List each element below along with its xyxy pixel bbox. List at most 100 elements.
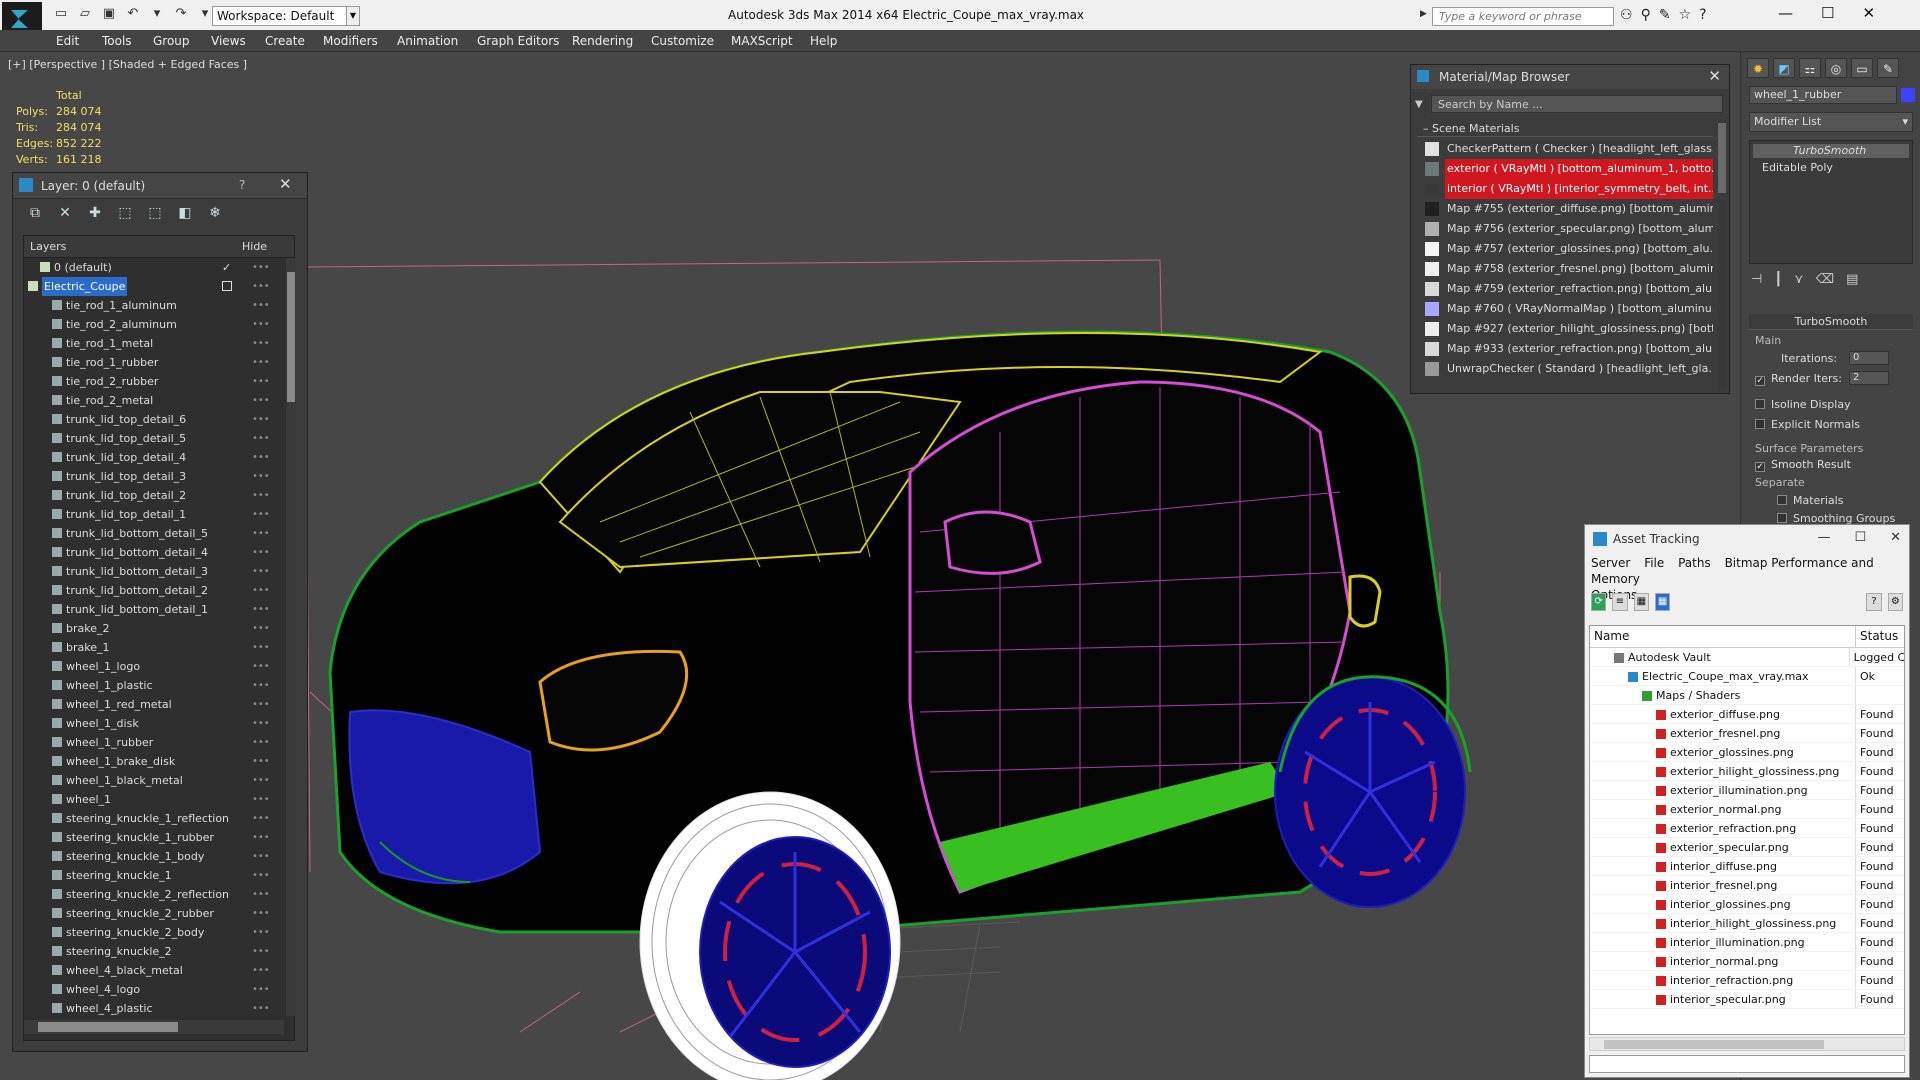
menu-paths[interactable]: Paths [1678,556,1711,570]
layer-row[interactable]: tie_rod_2_rubber ••• [24,372,284,391]
hide-column-label[interactable]: Hide [242,240,267,253]
layer-row[interactable]: trunk_lid_top_detail_6 ••• [24,410,284,429]
settings-icon[interactable]: ⚙ [1887,593,1903,611]
layer-row[interactable]: 0 (default) ••• ✓ [24,258,284,277]
hide-toggle[interactable]: ••• [252,942,270,961]
layer-row[interactable]: trunk_lid_bottom_detail_5 ••• [24,524,284,543]
remove-modifier-icon[interactable]: ⌫ [1816,272,1834,287]
scrollbar-thumb[interactable] [1604,1040,1824,1049]
close-icon[interactable]: ✕ [1890,530,1901,545]
layer-row[interactable]: wheel_1_black_metal ••• [24,771,284,790]
hide-toggle[interactable]: ••• [252,543,270,562]
hide-toggle[interactable]: ••• [252,486,270,505]
menu-edit[interactable]: Edit [56,34,79,48]
asset-row[interactable]: interior_hilight_glossiness.png Found [1590,914,1904,933]
hide-toggle[interactable]: ••• [252,619,270,638]
help-icon[interactable]: ? [1866,593,1882,611]
layer-row[interactable]: wheel_4_black_metal ••• [24,961,284,980]
layer-row[interactable]: steering_knuckle_1_reflection ••• [24,809,284,828]
layer-row[interactable]: wheel_4_logo ••• [24,980,284,999]
menu-modifiers[interactable]: Modifiers [323,34,378,48]
hide-toggle[interactable]: ••• [252,980,270,999]
material-row[interactable]: UnwrapChecker ( Standard ) [headlight_le… [1417,359,1713,379]
vertical-scrollbar[interactable] [286,258,296,1016]
search-options-icon[interactable]: ▼ [1415,99,1423,110]
materials-checkbox[interactable] [1777,495,1787,505]
maximize-icon[interactable]: ☐ [1821,4,1834,22]
stack-item-turbosmooth[interactable]: TurboSmooth [1753,144,1909,158]
hide-toggle[interactable]: ••• [252,961,270,980]
asset-row[interactable]: exterior_normal.png Found [1590,800,1904,819]
layer-row[interactable]: steering_knuckle_2_reflection ••• [24,885,284,904]
hide-toggle[interactable]: ••• [252,334,270,353]
layer-row[interactable]: trunk_lid_top_detail_1 ••• [24,505,284,524]
asset-row[interactable]: exterior_glossines.png Found [1590,743,1904,762]
smooth-result-checkbox[interactable]: ✓ [1755,462,1765,472]
layer-row[interactable]: wheel_1_disk ••• [24,714,284,733]
horizontal-scrollbar[interactable] [1589,1037,1905,1051]
hide-toggle[interactable]: ••• [252,467,270,486]
menu-bitmap-performance[interactable]: Bitmap Performance and Memory [1591,556,1874,586]
asset-row[interactable]: exterior_hilight_glossiness.png Found [1590,762,1904,781]
hide-toggle[interactable]: ••• [252,657,270,676]
hide-toggle[interactable]: ••• [252,353,270,372]
layer-row[interactable]: trunk_lid_top_detail_4 ••• [24,448,284,467]
scene-materials-group[interactable]: – Scene Materials [1417,121,1713,137]
hide-toggle[interactable]: ••• [252,714,270,733]
asset-row[interactable]: interior_specular.png Found [1590,990,1904,1009]
hide-toggle[interactable]: ••• [252,581,270,600]
minimize-icon[interactable]: — [1778,4,1793,22]
pin-stack-icon[interactable]: ⊣ [1751,272,1762,287]
hide-toggle[interactable]: ••• [252,391,270,410]
workspace-dropdown[interactable]: Workspace: Default [212,6,360,26]
layer-row[interactable]: trunk_lid_top_detail_2 ••• [24,486,284,505]
asset-row[interactable]: exterior_specular.png Found [1590,838,1904,857]
layer-row[interactable]: tie_rod_2_metal ••• [24,391,284,410]
make-unique-icon[interactable]: ⋎ [1794,272,1804,287]
subscription-icon[interactable]: ⚲ [1641,7,1651,23]
asset-row[interactable]: exterior_diffuse.png Found [1590,705,1904,724]
hide-toggle[interactable]: ••• [252,999,270,1016]
asset-row[interactable]: Electric_Coupe_max_vray.max Ok [1590,667,1904,686]
layer-row[interactable]: wheel_1_red_metal ••• [24,695,284,714]
scrollbar-thumb[interactable] [287,272,295,402]
material-search-input[interactable]: Search by Name ... [1431,95,1723,113]
hide-toggle[interactable]: ••• [252,429,270,448]
open-file-icon[interactable]: ▱ [76,6,94,22]
status-column-header[interactable]: Status [1856,626,1902,647]
material-row[interactable]: exterior ( VRayMtl ) [bottom_aluminum_1,… [1417,159,1713,179]
hide-toggle[interactable]: ••• [252,733,270,752]
layer-row[interactable]: trunk_lid_bottom_detail_2 ••• [24,581,284,600]
hide-toggle[interactable]: ••• [252,524,270,543]
redo-icon[interactable]: ↷ [172,6,190,22]
scrollbar-thumb[interactable] [1718,123,1726,193]
menu-views[interactable]: Views [211,34,246,48]
layer-row[interactable]: trunk_lid_top_detail_5 ••• [24,429,284,448]
layer-row[interactable]: wheel_1_brake_disk ••• [24,752,284,771]
layer-row[interactable]: wheel_1_logo ••• [24,657,284,676]
material-row[interactable]: Map #759 (exterior_refraction.png) [bott… [1417,279,1713,299]
asset-row[interactable]: exterior_fresnel.png Found [1590,724,1904,743]
layer-row[interactable]: brake_2 ••• [24,619,284,638]
display-tab-icon[interactable]: ▭ [1851,58,1873,78]
menu-rendering[interactable]: Rendering [572,34,633,48]
object-name-field[interactable]: wheel_1_rubber [1749,86,1897,104]
hide-toggle[interactable]: ••• [252,771,270,790]
hide-toggle[interactable]: ••• [252,923,270,942]
create-tab-icon[interactable]: ✹ [1747,58,1769,78]
layer-row[interactable]: tie_rod_1_rubber ••• [24,353,284,372]
layers-tree[interactable]: Layers Hide 0 (default) ••• ✓ Electric_Coup… [23,235,296,1041]
render-iters-spinner[interactable]: 2 [1849,371,1889,385]
hide-toggle[interactable]: ••• [252,866,270,885]
hide-toggle[interactable]: ••• [252,904,270,923]
menu-animation[interactable]: Animation [397,34,458,48]
isoline-checkbox[interactable] [1755,399,1765,409]
layer-row[interactable]: steering_knuckle_1 ••• [24,866,284,885]
turbosmooth-rollout-title[interactable]: TurboSmooth [1749,314,1913,330]
iterations-spinner[interactable]: 0 [1849,351,1889,365]
layer-row[interactable]: wheel_4_plastic ••• [24,999,284,1016]
hide-toggle[interactable]: ••• [252,752,270,771]
hide-toggle[interactable]: ••• [252,315,270,334]
asset-row[interactable]: interior_illumination.png Found [1590,933,1904,952]
layers-column-label[interactable]: Layers [30,240,242,253]
